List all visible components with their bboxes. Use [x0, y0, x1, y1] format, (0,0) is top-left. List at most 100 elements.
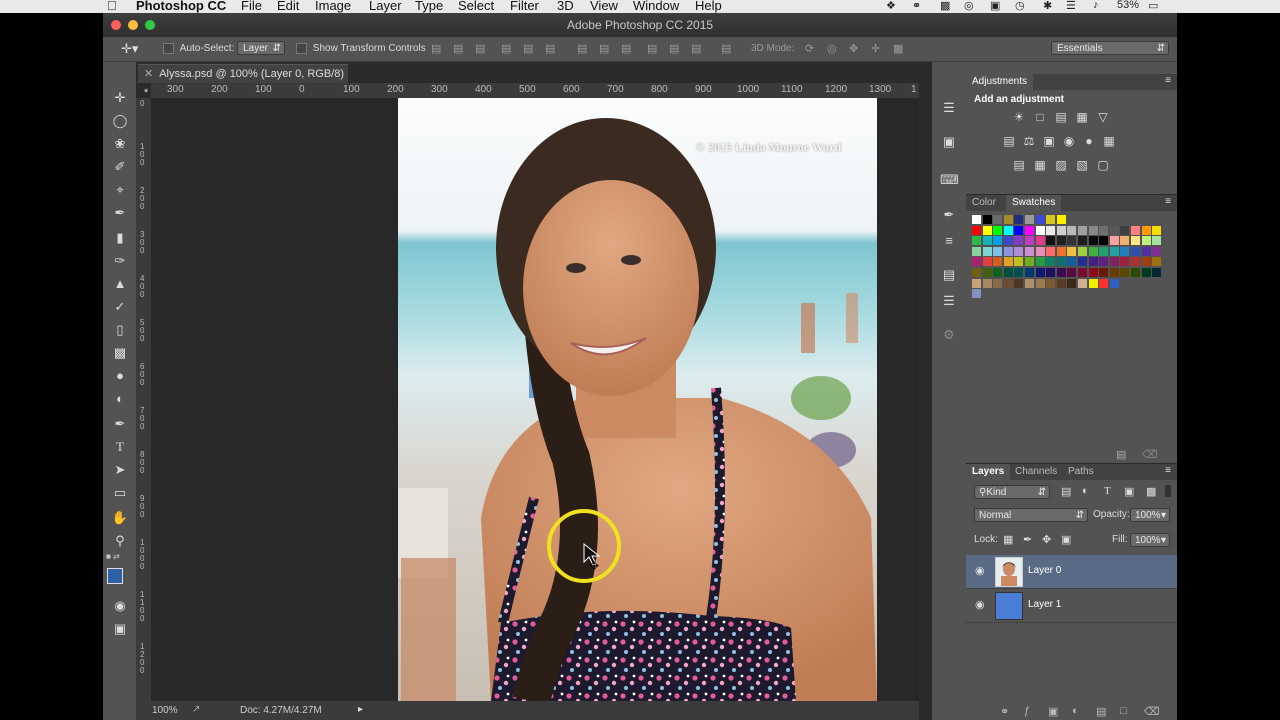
tab-channels[interactable]: Channels [1015, 466, 1057, 477]
color-balance-icon[interactable]: ⚖ [1022, 135, 1036, 147]
exposure-icon[interactable]: ▦ [1075, 111, 1089, 123]
color-swatch[interactable] [993, 246, 1003, 256]
properties-panel-icon[interactable]: ▣ [940, 133, 958, 151]
paragraph-panel-icon[interactable]: ☰ [940, 292, 958, 310]
color-swatch[interactable] [1109, 257, 1119, 267]
color-swatch[interactable] [1109, 246, 1119, 256]
color-swatch[interactable] [972, 215, 981, 224]
color-swatch[interactable] [1152, 268, 1162, 277]
color-swatch[interactable] [1067, 268, 1077, 277]
color-swatch[interactable] [982, 215, 992, 224]
brush-panel-icon[interactable]: ✒ [940, 206, 958, 224]
auto-align-icon[interactable]: ▤ [721, 42, 731, 55]
tab-adjustments[interactable]: Adjustments [966, 74, 1034, 90]
menu-type[interactable]: Type [415, 0, 443, 13]
color-swatch[interactable] [1014, 257, 1024, 267]
color-swatch[interactable] [1109, 236, 1119, 246]
layer-row[interactable]: ◉ Layer 1 [966, 589, 1177, 623]
color-swatch[interactable] [1014, 278, 1024, 288]
color-swatch[interactable] [1131, 257, 1140, 267]
filter-smart-object-icon[interactable]: ▩ [1146, 485, 1156, 498]
distribute-top-icon[interactable]: ▤ [577, 42, 587, 55]
color-lookup-icon[interactable]: ▦ [1102, 135, 1116, 147]
add-mask-icon[interactable]: ▣ [1048, 705, 1058, 718]
color-swatch[interactable] [1067, 236, 1077, 246]
workspace-dropdown[interactable]: Essentials ⇵ [1051, 41, 1169, 55]
color-swatch[interactable] [1046, 257, 1056, 267]
levels-icon[interactable]: □ [1033, 111, 1047, 123]
layer-style-icon[interactable]: ƒ [1024, 705, 1030, 717]
layer-name[interactable]: Layer 0 [1028, 565, 1061, 576]
lock-transparency-icon[interactable]: ▦ [1003, 533, 1013, 546]
color-swatch[interactable] [1003, 268, 1013, 277]
notes-panel-icon[interactable]: ▤ [940, 266, 958, 284]
color-swatch[interactable] [1035, 236, 1045, 246]
align-hcenter-icon[interactable]: ▤ [523, 42, 533, 55]
bluetooth-icon[interactable]: ✱ [1043, 0, 1052, 12]
color-swatch[interactable] [1056, 236, 1066, 246]
gradient-map-icon[interactable]: ▧ [1075, 159, 1089, 171]
zoom-level[interactable]: 100% [152, 705, 178, 716]
lasso-tool-icon[interactable]: ❀ [111, 135, 129, 153]
distribute-left-icon[interactable]: ▤ [647, 42, 657, 55]
color-swatch[interactable] [1088, 225, 1098, 235]
color-swatch[interactable] [1099, 225, 1109, 235]
menu-view[interactable]: View [590, 0, 618, 13]
menu-help[interactable]: Help [695, 0, 722, 13]
menu-3d[interactable]: 3D [557, 0, 574, 13]
color-swatch[interactable] [1120, 236, 1130, 246]
screen-icon[interactable]: ▩ [940, 0, 950, 12]
color-swatch[interactable] [1131, 268, 1140, 277]
brush-presets-panel-icon[interactable]: ⌨ [940, 171, 959, 189]
color-swatch[interactable] [1025, 246, 1034, 256]
layer-row[interactable]: ◉ Layer 0 [966, 555, 1177, 589]
opacity-field[interactable]: 100% ▾ [1130, 508, 1170, 522]
marquee-tool-icon[interactable]: ◯ [111, 112, 129, 130]
color-swatch[interactable] [972, 257, 981, 267]
volume-icon[interactable]: ♪ [1093, 0, 1099, 11]
color-swatch[interactable] [993, 257, 1003, 267]
color-swatch[interactable] [1067, 257, 1077, 267]
color-swatch[interactable] [1035, 225, 1045, 235]
vibrance-icon[interactable]: ▽ [1096, 111, 1110, 123]
link-layers-icon[interactable]: ⚭ [1000, 705, 1009, 718]
zoom-tool-icon[interactable]: ⚲ [111, 532, 129, 550]
color-swatch[interactable] [1152, 236, 1162, 246]
color-swatch[interactable] [1067, 278, 1077, 288]
rectangle-tool-icon[interactable]: ▭ [111, 484, 129, 502]
menu-select[interactable]: Select [458, 0, 494, 13]
status-menu-arrow-icon[interactable]: ▸ [358, 704, 363, 715]
layer-filter-dropdown[interactable]: ⚲Kind ⇵ [974, 485, 1050, 499]
color-swatch[interactable] [1131, 225, 1140, 235]
path-select-tool-icon[interactable]: ➤ [111, 461, 129, 479]
color-swatch[interactable] [1120, 246, 1130, 256]
panel-menu-icon[interactable]: ≡ [1165, 465, 1171, 476]
align-vcenter-icon[interactable]: ▤ [453, 42, 463, 55]
color-swatch[interactable] [1056, 278, 1066, 288]
color-swatch[interactable] [1109, 268, 1119, 277]
filter-shape-icon[interactable]: ▣ [1124, 485, 1134, 498]
color-swatch[interactable] [993, 215, 1003, 224]
activity-icon[interactable]: ▣ [990, 0, 1000, 12]
crop-tool-icon[interactable]: ⌖ [111, 181, 129, 199]
apple-menu-icon[interactable]:  [107, 0, 117, 13]
photo-filter-icon[interactable]: ◉ [1062, 135, 1076, 147]
color-swatch[interactable] [1067, 246, 1077, 256]
3d-scale-icon[interactable]: ▩ [893, 42, 903, 55]
3d-slide-icon[interactable]: ✛ [871, 42, 880, 55]
color-swatch[interactable] [993, 268, 1003, 277]
color-swatch[interactable] [1099, 246, 1109, 256]
filter-pixel-icon[interactable]: ▤ [1061, 485, 1071, 498]
color-swatch[interactable] [1003, 246, 1013, 256]
selective-color-icon[interactable]: ▢ [1096, 159, 1110, 171]
color-swatch[interactable] [1025, 268, 1034, 277]
filter-type-icon[interactable]: T [1104, 485, 1111, 497]
invert-icon[interactable]: ▤ [1012, 159, 1026, 171]
quick-mask-icon[interactable]: ◉ [111, 597, 129, 615]
color-swatch[interactable] [972, 236, 981, 246]
show-transform-checkbox[interactable] [296, 43, 307, 54]
tab-paths[interactable]: Paths [1068, 466, 1094, 477]
screen-mode-icon[interactable]: ▣ [111, 620, 129, 638]
new-swatch-icon[interactable]: ▤ [1116, 448, 1126, 461]
color-swatch[interactable] [1078, 225, 1087, 235]
